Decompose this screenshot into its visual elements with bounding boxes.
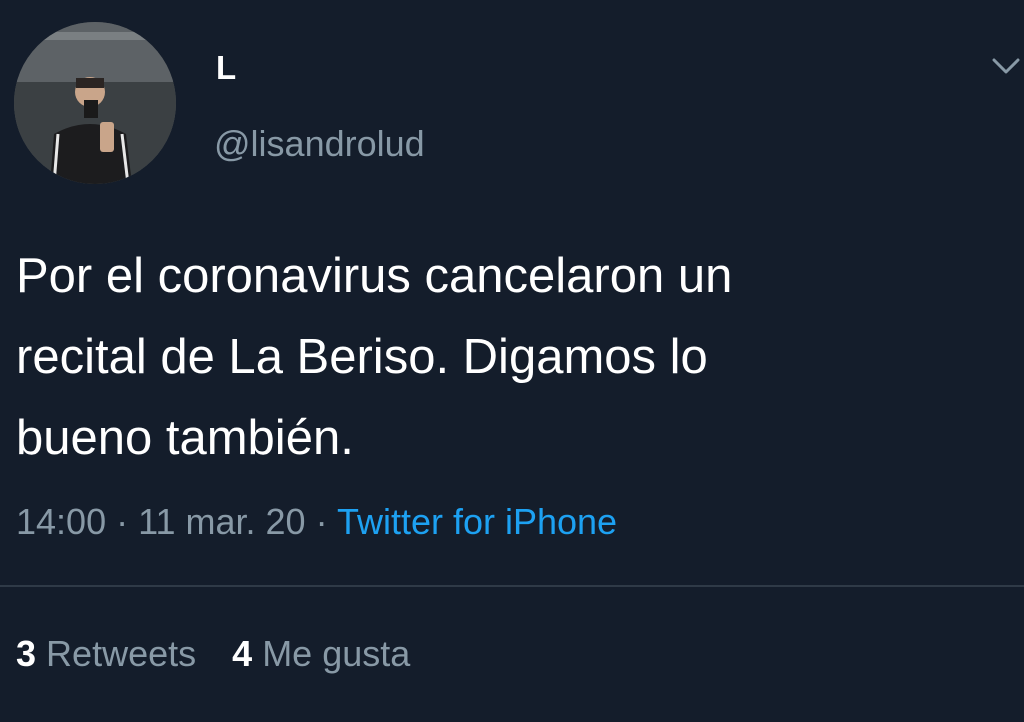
likes-stat[interactable]: 4 Me gusta [232, 633, 410, 674]
likes-label: Me gusta [262, 633, 411, 674]
divider [0, 585, 1024, 587]
meta-separator: · [315, 501, 328, 542]
user-photo-avatar-icon [14, 22, 176, 184]
likes-count: 4 [232, 633, 253, 674]
user-handle[interactable]: @lisandrolud [214, 122, 425, 166]
display-name[interactable]: L [216, 48, 236, 88]
tweet-source-link[interactable]: Twitter for iPhone [337, 501, 617, 542]
tweet-text: Por el coronavirus cancelaron un recital… [16, 249, 733, 465]
meta-separator: · [116, 501, 129, 542]
retweets-stat[interactable]: 3 Retweets [16, 633, 196, 674]
tweet-date[interactable]: 11 mar. 20 [138, 501, 305, 542]
tweet-card: L @lisandrolud Por el coronavirus cancel… [0, 0, 1024, 722]
tweet-meta: 14:00 · 11 mar. 20 · Twitter for iPhone [16, 498, 617, 546]
retweets-label: Retweets [46, 633, 197, 674]
retweets-count: 3 [16, 633, 37, 674]
tweet-time[interactable]: 14:00 [16, 501, 106, 542]
tweet-stats: 3 Retweets 4 Me gusta [16, 630, 436, 678]
avatar[interactable] [14, 22, 176, 184]
chevron-down-icon[interactable] [988, 52, 1024, 82]
